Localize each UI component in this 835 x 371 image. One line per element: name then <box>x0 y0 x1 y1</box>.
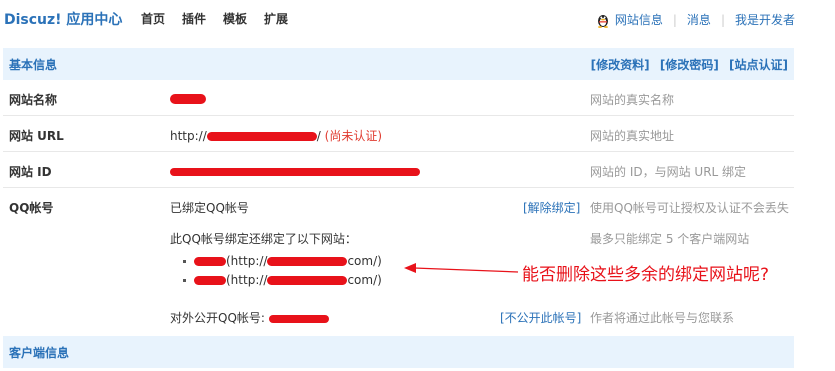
row-label: 网站名称 <box>9 93 58 107</box>
basic-info-header: 基本信息 [修改资料] [修改密码] [站点认证] <box>3 48 794 80</box>
section-title: 基本信息 <box>9 57 58 72</box>
section-title: 客户端信息 <box>9 345 70 360</box>
site-url-value: http:// / (尚未认证) <box>170 127 382 144</box>
qq-penguin-icon <box>597 14 608 28</box>
divider: | <box>672 12 677 27</box>
nav-home[interactable]: 首页 <box>141 10 165 27</box>
hide-account-link[interactable]: [不公开此帐号] <box>500 309 581 326</box>
change-password-link[interactable]: [修改密码] <box>660 58 719 72</box>
client-info-header: 客户端信息 <box>3 336 794 368</box>
redacted-mark <box>268 314 329 323</box>
row-hint: 网站的 ID，与网站 URL 绑定 <box>590 165 747 179</box>
row-site-name: 网站名称 网站的真实名称 <box>3 80 794 116</box>
redacted-mark <box>206 132 317 141</box>
unverified-status: (尚未认证) <box>324 129 383 143</box>
main-nav: 首页 插件 模板 扩展 <box>141 10 288 27</box>
row-qq-account: QQ帐号 已绑定QQ帐号 [解除绑定] 使用QQ帐号可让授权及认证不会丢失 此Q… <box>3 188 794 328</box>
redacted-mark <box>267 257 348 266</box>
site-info-panel: 基本信息 [修改资料] [修改密码] [站点认证] 网站名称 网站的真实名称 网… <box>3 48 794 368</box>
bound-sites-intro: 此QQ帐号绑定还绑定了以下网站： <box>170 232 357 246</box>
messages-link[interactable]: 消息 <box>687 11 711 28</box>
redacted-mark <box>170 93 206 104</box>
row-label: 网站 ID <box>9 165 52 179</box>
row-hint: 使用QQ帐号可让授权及认证不会丢失 <box>590 201 789 215</box>
row-site-url: 网站 URL http:// / (尚未认证) 网站的真实地址 <box>3 116 794 152</box>
row-label: 网站 URL <box>9 129 64 143</box>
row-hint: 网站的真实名称 <box>590 93 675 107</box>
annotation-text: 能否删除这些多余的绑定网站呢? <box>522 265 770 285</box>
public-qq-text: 对外公开QQ帐号: <box>170 311 265 325</box>
header-actions: [修改资料] [修改密码] [站点认证] <box>585 56 788 73</box>
redacted-mark <box>194 276 226 285</box>
bound-site-item: (http:// com/) <box>183 273 382 287</box>
row-hint: 作者将通过此帐号与您联系 <box>590 311 735 325</box>
unbind-qq-link[interactable]: [解除绑定] <box>523 199 580 216</box>
nav-extensions[interactable]: 扩展 <box>264 10 288 27</box>
row-hint: 最多只能绑定 5 个客户端网站 <box>590 232 750 246</box>
divider: | <box>720 12 725 27</box>
site-url-prefix: (http:// <box>226 254 268 268</box>
site-name-value <box>170 91 206 105</box>
edit-profile-link[interactable]: [修改资料] <box>591 58 650 72</box>
developer-link[interactable]: 我是开发者 <box>735 11 795 28</box>
redacted-mark <box>194 257 226 266</box>
row-site-id: 网站 ID 网站的 ID，与网站 URL 绑定 <box>3 152 794 188</box>
qq-bound-status: 已绑定QQ帐号 <box>170 201 249 215</box>
site-verify-link[interactable]: [站点认证] <box>729 58 788 72</box>
nav-plugins[interactable]: 插件 <box>182 10 206 27</box>
site-url-suffix: com/) <box>347 254 382 268</box>
site-url-suffix: com/) <box>347 273 382 287</box>
url-prefix: http:// <box>170 129 207 143</box>
public-qq-label: 对外公开QQ帐号: <box>170 309 329 326</box>
bullet <box>183 279 186 282</box>
top-bar: Discuz! 应用中心 首页 插件 模板 扩展 网站信息 | 消息 | 我是开… <box>0 0 835 40</box>
url-suffix: / <box>316 129 321 143</box>
nav-templates[interactable]: 模板 <box>223 10 247 27</box>
site-info-link[interactable]: 网站信息 <box>615 11 663 28</box>
site-url-prefix: (http:// <box>226 273 268 287</box>
row-label: QQ帐号 <box>9 201 54 215</box>
bullet <box>183 260 186 263</box>
site-id-value <box>170 164 420 178</box>
row-hint: 网站的真实地址 <box>590 129 675 143</box>
redacted-mark <box>267 276 348 285</box>
app-logo[interactable]: Discuz! 应用中心 <box>4 9 122 29</box>
user-menu: 网站信息 | 消息 | 我是开发者 <box>595 11 795 28</box>
bound-site-item: (http:// com/) <box>183 254 382 268</box>
redacted-mark <box>170 167 420 176</box>
